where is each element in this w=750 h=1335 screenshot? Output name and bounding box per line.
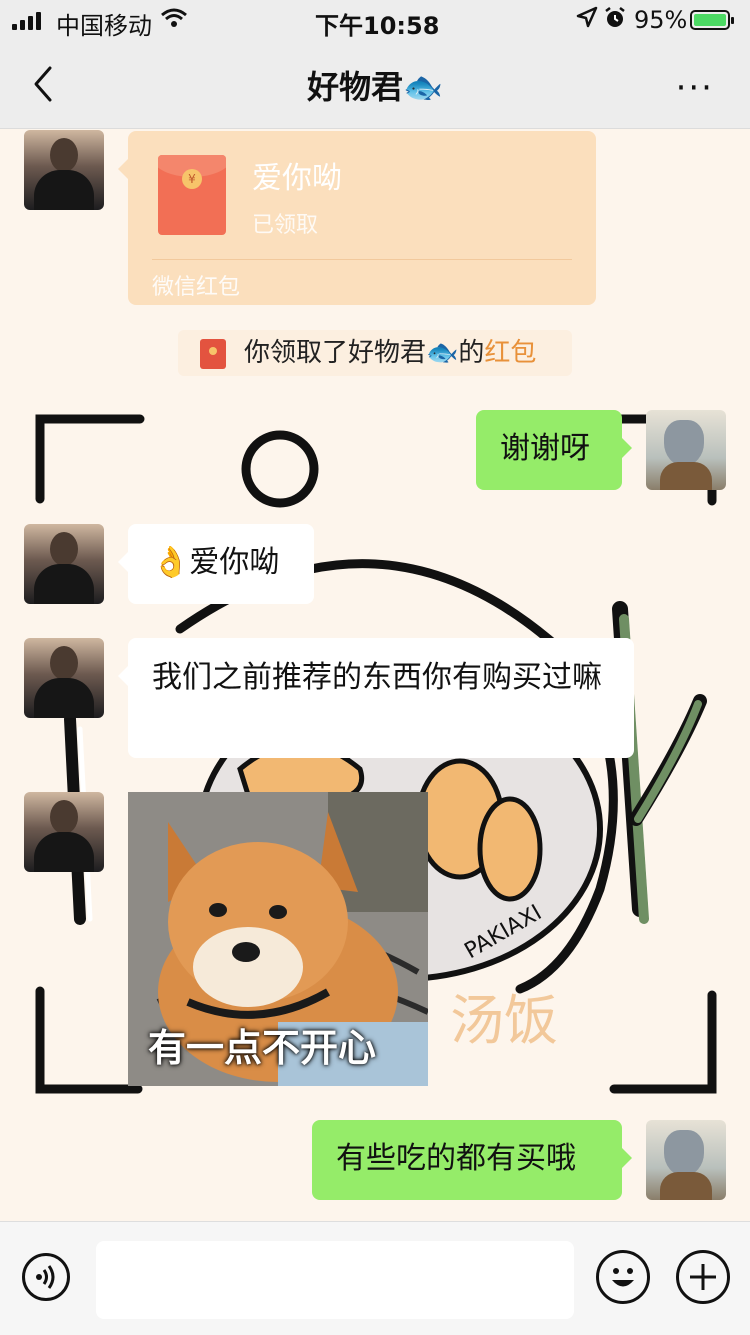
emoji-button[interactable] xyxy=(596,1250,650,1304)
plus-icon xyxy=(690,1264,716,1290)
notice-text: 你领取了好物君🐟的 xyxy=(244,338,485,368)
my-avatar[interactable] xyxy=(646,410,726,490)
message-bubble-received[interactable]: 我们之前推荐的东西你有购买过嘛 xyxy=(118,638,634,758)
sticker-caption: 有一点不开心 xyxy=(148,1026,377,1070)
carrier-name: 中国移动 xyxy=(56,12,152,40)
red-packet-card[interactable]: ¥ 爱你呦 已领取 微信红包 xyxy=(118,131,596,305)
battery-icon xyxy=(690,10,734,30)
signal-icon xyxy=(12,12,41,30)
wallpaper-handwriting: 汤饭 xyxy=(450,989,558,1052)
chat-area[interactable]: PAKIAXI 汤饭 ¥ 爱你呦 已领取 微信红包 你领取了好物君🐟的红包 谢谢… xyxy=(0,129,750,1221)
red-packet-status: 已领取 xyxy=(252,213,319,238)
voice-icon xyxy=(36,1265,55,1289)
message-bubble-sent[interactable]: 谢谢呀 xyxy=(476,410,632,490)
wifi-icon xyxy=(160,6,188,36)
chat-title: 好物君🐟 xyxy=(307,68,443,106)
friend-avatar[interactable] xyxy=(24,130,104,210)
red-envelope-icon: ¥ xyxy=(158,155,226,235)
red-packet-title: 爱你呦 xyxy=(252,161,342,196)
red-packet-divider xyxy=(152,259,572,260)
more-options-button[interactable]: ··· xyxy=(676,68,714,108)
smiley-icon xyxy=(612,1268,634,1287)
chat-header: 好物君🐟 ··· xyxy=(0,40,750,129)
message-bubble-received[interactable]: 👌爱你呦 xyxy=(118,524,314,604)
red-packet-icon xyxy=(200,339,226,369)
location-icon xyxy=(576,6,598,36)
red-packet-link[interactable]: 红包 xyxy=(484,338,536,368)
my-avatar[interactable] xyxy=(646,1120,726,1200)
alarm-icon xyxy=(603,6,627,36)
friend-avatar[interactable] xyxy=(24,524,104,604)
battery-percent: 95% xyxy=(634,6,688,34)
more-functions-button[interactable] xyxy=(676,1250,730,1304)
friend-avatar[interactable] xyxy=(24,638,104,718)
red-packet-received-notice: 你领取了好物君🐟的红包 xyxy=(178,330,572,376)
friend-avatar[interactable] xyxy=(24,792,104,872)
message-bubble-sent[interactable]: 有些吃的都有买哦 xyxy=(312,1120,632,1200)
status-bar: 中国移动 下午10:58 95% xyxy=(0,0,750,40)
clock: 下午10:58 xyxy=(315,12,440,40)
dog-sticker-image[interactable]: 有一点不开心 xyxy=(128,792,428,1086)
message-input-bar xyxy=(0,1221,750,1335)
message-input[interactable] xyxy=(96,1241,574,1319)
red-packet-footer: 微信红包 xyxy=(152,275,241,300)
voice-input-button[interactable] xyxy=(22,1253,70,1301)
